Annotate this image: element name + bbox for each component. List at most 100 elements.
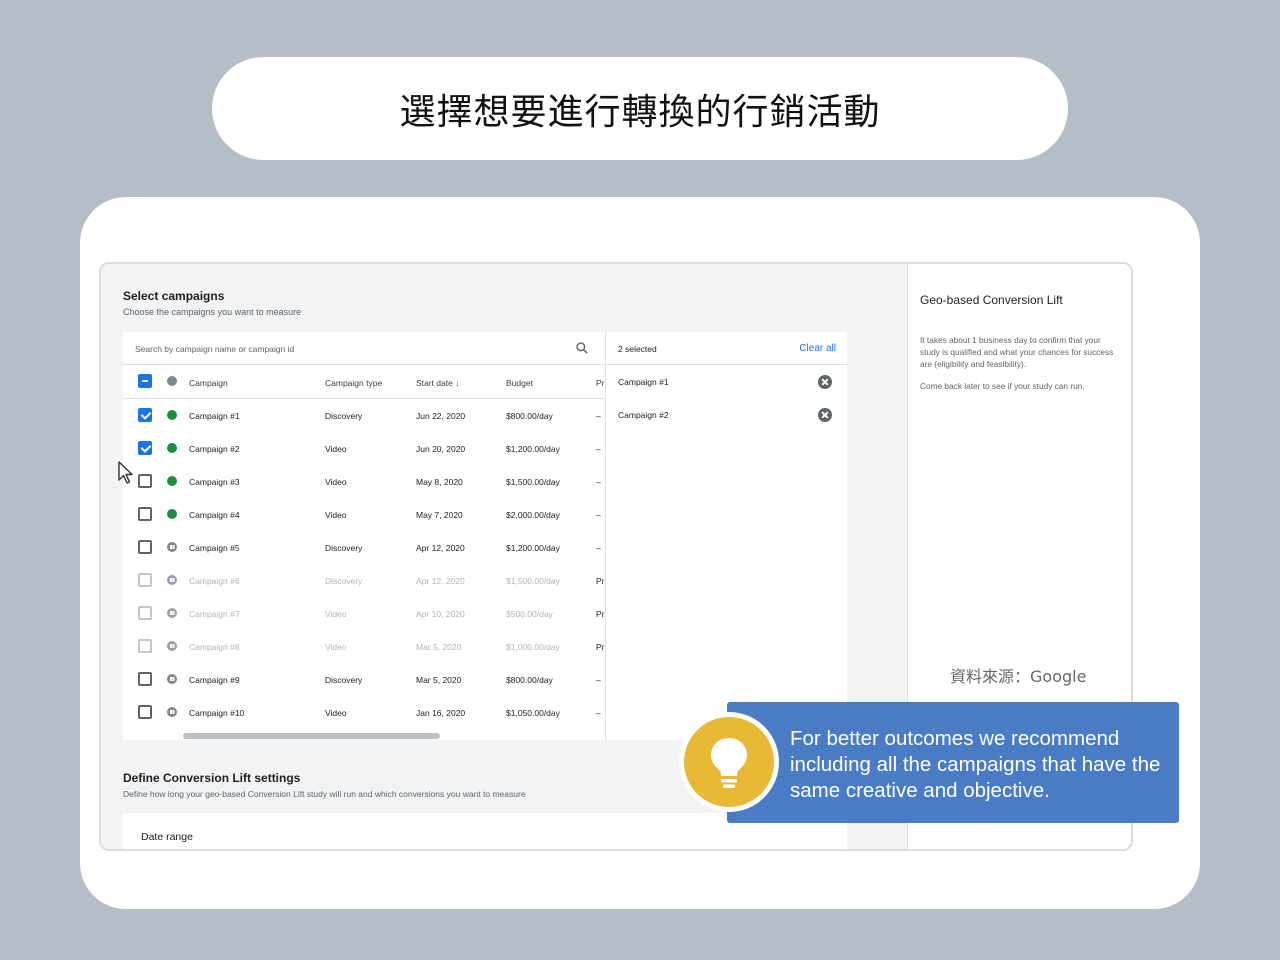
status-header-icon bbox=[167, 376, 177, 386]
col-campaign[interactable]: Campaign bbox=[189, 378, 228, 388]
status-paused-icon bbox=[167, 575, 177, 585]
source-credit: 資料來源：Google bbox=[950, 667, 1087, 686]
col-campaign-type[interactable]: Campaign type bbox=[325, 378, 382, 388]
start-date: Jan 16, 2020 bbox=[416, 708, 466, 718]
table-row[interactable]: Campaign #3 Video May 8, 2020 $1,500.00/day… bbox=[123, 465, 605, 498]
side-panel-text: It takes about 1 business day to confirm… bbox=[920, 335, 1114, 369]
start-date: Apr 12, 2020 bbox=[416, 543, 465, 553]
status-active-icon bbox=[167, 509, 177, 519]
campaign-type: Discovery bbox=[325, 411, 363, 421]
mouse-cursor-icon bbox=[118, 461, 133, 484]
selected-count: 2 selected bbox=[618, 344, 657, 354]
budget: $1,050.00/day bbox=[506, 708, 560, 718]
campaign-name: Campaign #2 bbox=[189, 444, 240, 454]
budget: $1,200.00/day bbox=[506, 543, 560, 553]
table-row[interactable]: Campaign #1 Discovery Jun 22, 2020 $800.00/… bbox=[123, 399, 605, 432]
status-paused-icon bbox=[167, 542, 177, 552]
status-active-icon bbox=[167, 410, 177, 420]
selected-item-label: Campaign #2 bbox=[618, 410, 669, 420]
row-checkbox[interactable] bbox=[138, 639, 152, 653]
start-date: Mar 5, 2020 bbox=[416, 675, 462, 685]
clear-all-button[interactable]: Clear all bbox=[799, 343, 836, 354]
start-date: Mar 5, 2020 bbox=[416, 642, 462, 652]
pr-value: – bbox=[596, 708, 601, 718]
search-input[interactable]: Search by campaign name or campaign id bbox=[135, 344, 294, 354]
campaign-type: Discovery bbox=[325, 675, 363, 685]
budget: $1,000.00/day bbox=[506, 642, 560, 652]
table-row[interactable]: Campaign #4 Video May 7, 2020 $2,000.00/day… bbox=[123, 498, 605, 531]
define-settings-subtitle: Define how long your geo-based Conversio… bbox=[123, 789, 526, 799]
col-budget[interactable]: Budget bbox=[506, 378, 533, 388]
row-checkbox[interactable] bbox=[138, 474, 152, 488]
pr-value: – bbox=[596, 543, 601, 553]
row-checkbox[interactable] bbox=[138, 705, 152, 719]
status-paused-icon bbox=[167, 674, 177, 684]
table-row[interactable]: Campaign #6 Discovery Apr 12, 2020 $1,500.0… bbox=[123, 564, 605, 597]
row-checkbox[interactable] bbox=[138, 672, 152, 686]
table-row[interactable]: Campaign #10 Video Jan 16, 2020 $1,050.00/d… bbox=[123, 696, 605, 729]
table-row[interactable]: Campaign #8 Video Mar 5, 2020 $1,000.00/day… bbox=[123, 630, 605, 663]
row-checkbox[interactable] bbox=[138, 507, 152, 521]
status-paused-icon bbox=[167, 641, 177, 651]
select-campaigns-subtitle: Choose the campaigns you want to measure bbox=[123, 307, 302, 317]
start-date: May 7, 2020 bbox=[416, 510, 463, 520]
table-row[interactable]: Campaign #9 Discovery Mar 5, 2020 $800.00/d… bbox=[123, 663, 605, 696]
campaign-type: Video bbox=[325, 477, 347, 487]
remove-icon[interactable] bbox=[818, 408, 832, 422]
campaign-type: Discovery bbox=[325, 576, 363, 586]
side-panel-note: Come back later to see if your study can… bbox=[920, 381, 1085, 391]
start-date: Apr 12, 2020 bbox=[416, 576, 465, 586]
page-title: 選擇想要進行轉換的行銷活動 bbox=[212, 57, 1068, 160]
campaign-panel: Search by campaign name or campaign id C… bbox=[123, 332, 848, 740]
remove-icon[interactable] bbox=[818, 375, 832, 389]
selected-item: Campaign #1 bbox=[606, 365, 848, 398]
budget: $1,500.00/day bbox=[506, 576, 560, 586]
table-row[interactable]: Campaign #7 Video Apr 10, 2020 $500.00/day P… bbox=[123, 597, 605, 630]
table-header: Campaign Campaign type Start date ↓ Budg… bbox=[123, 365, 605, 399]
pr-value: Pr bbox=[596, 609, 605, 619]
select-campaigns-title: Select campaigns bbox=[123, 289, 225, 303]
col-start-date[interactable]: Start date ↓ bbox=[416, 378, 459, 388]
campaign-table: Search by campaign name or campaign id C… bbox=[123, 332, 605, 740]
start-date: Jun 22, 2020 bbox=[416, 411, 466, 421]
campaign-name: Campaign #3 bbox=[189, 477, 240, 487]
status-active-icon bbox=[167, 443, 177, 453]
table-row[interactable]: Campaign #2 Video Jun 20, 2020 $1,200.00/da… bbox=[123, 432, 605, 465]
budget: $1,200.00/day bbox=[506, 444, 560, 454]
campaign-type: Video bbox=[325, 510, 347, 520]
table-row[interactable]: Campaign #5 Discovery Apr 12, 2020 $1,200.0… bbox=[123, 531, 605, 564]
search-icon[interactable] bbox=[575, 341, 589, 355]
horizontal-scrollbar[interactable] bbox=[183, 733, 440, 739]
campaign-type: Video bbox=[325, 708, 347, 718]
budget: $800.00/day bbox=[506, 675, 553, 685]
row-checkbox[interactable] bbox=[138, 573, 152, 587]
pr-value: Pr bbox=[596, 642, 605, 652]
pr-value: – bbox=[596, 675, 601, 685]
search-bar[interactable]: Search by campaign name or campaign id bbox=[123, 332, 605, 365]
status-active-icon bbox=[167, 476, 177, 486]
campaign-name: Campaign #6 bbox=[189, 576, 240, 586]
tip-text: For better outcomes we recommend includi… bbox=[790, 727, 1161, 802]
campaign-name: Campaign #1 bbox=[189, 411, 240, 421]
row-checkbox[interactable] bbox=[138, 408, 152, 422]
define-settings-title: Define Conversion Lift settings bbox=[123, 771, 301, 785]
row-checkbox[interactable] bbox=[138, 606, 152, 620]
campaign-name: Campaign #8 bbox=[189, 642, 240, 652]
selected-item: Campaign #2 bbox=[606, 398, 848, 431]
pr-value: – bbox=[596, 444, 601, 454]
row-checkbox[interactable] bbox=[138, 441, 152, 455]
col-pr[interactable]: Pr bbox=[596, 378, 605, 388]
budget: $2,000.00/day bbox=[506, 510, 560, 520]
start-date: Apr 10, 2020 bbox=[416, 609, 465, 619]
selected-item-label: Campaign #1 bbox=[618, 377, 669, 387]
selected-header: 2 selected Clear all bbox=[606, 332, 848, 365]
row-checkbox[interactable] bbox=[138, 540, 152, 554]
start-date: May 8, 2020 bbox=[416, 477, 463, 487]
select-all-checkbox[interactable] bbox=[138, 374, 152, 388]
campaign-type: Video bbox=[325, 444, 347, 454]
tip-banner: For better outcomes we recommend includi… bbox=[727, 702, 1179, 823]
lightbulb-icon bbox=[684, 717, 774, 807]
campaign-type: Discovery bbox=[325, 543, 363, 553]
pr-value: – bbox=[596, 477, 601, 487]
date-range-label: Date range bbox=[141, 831, 193, 843]
